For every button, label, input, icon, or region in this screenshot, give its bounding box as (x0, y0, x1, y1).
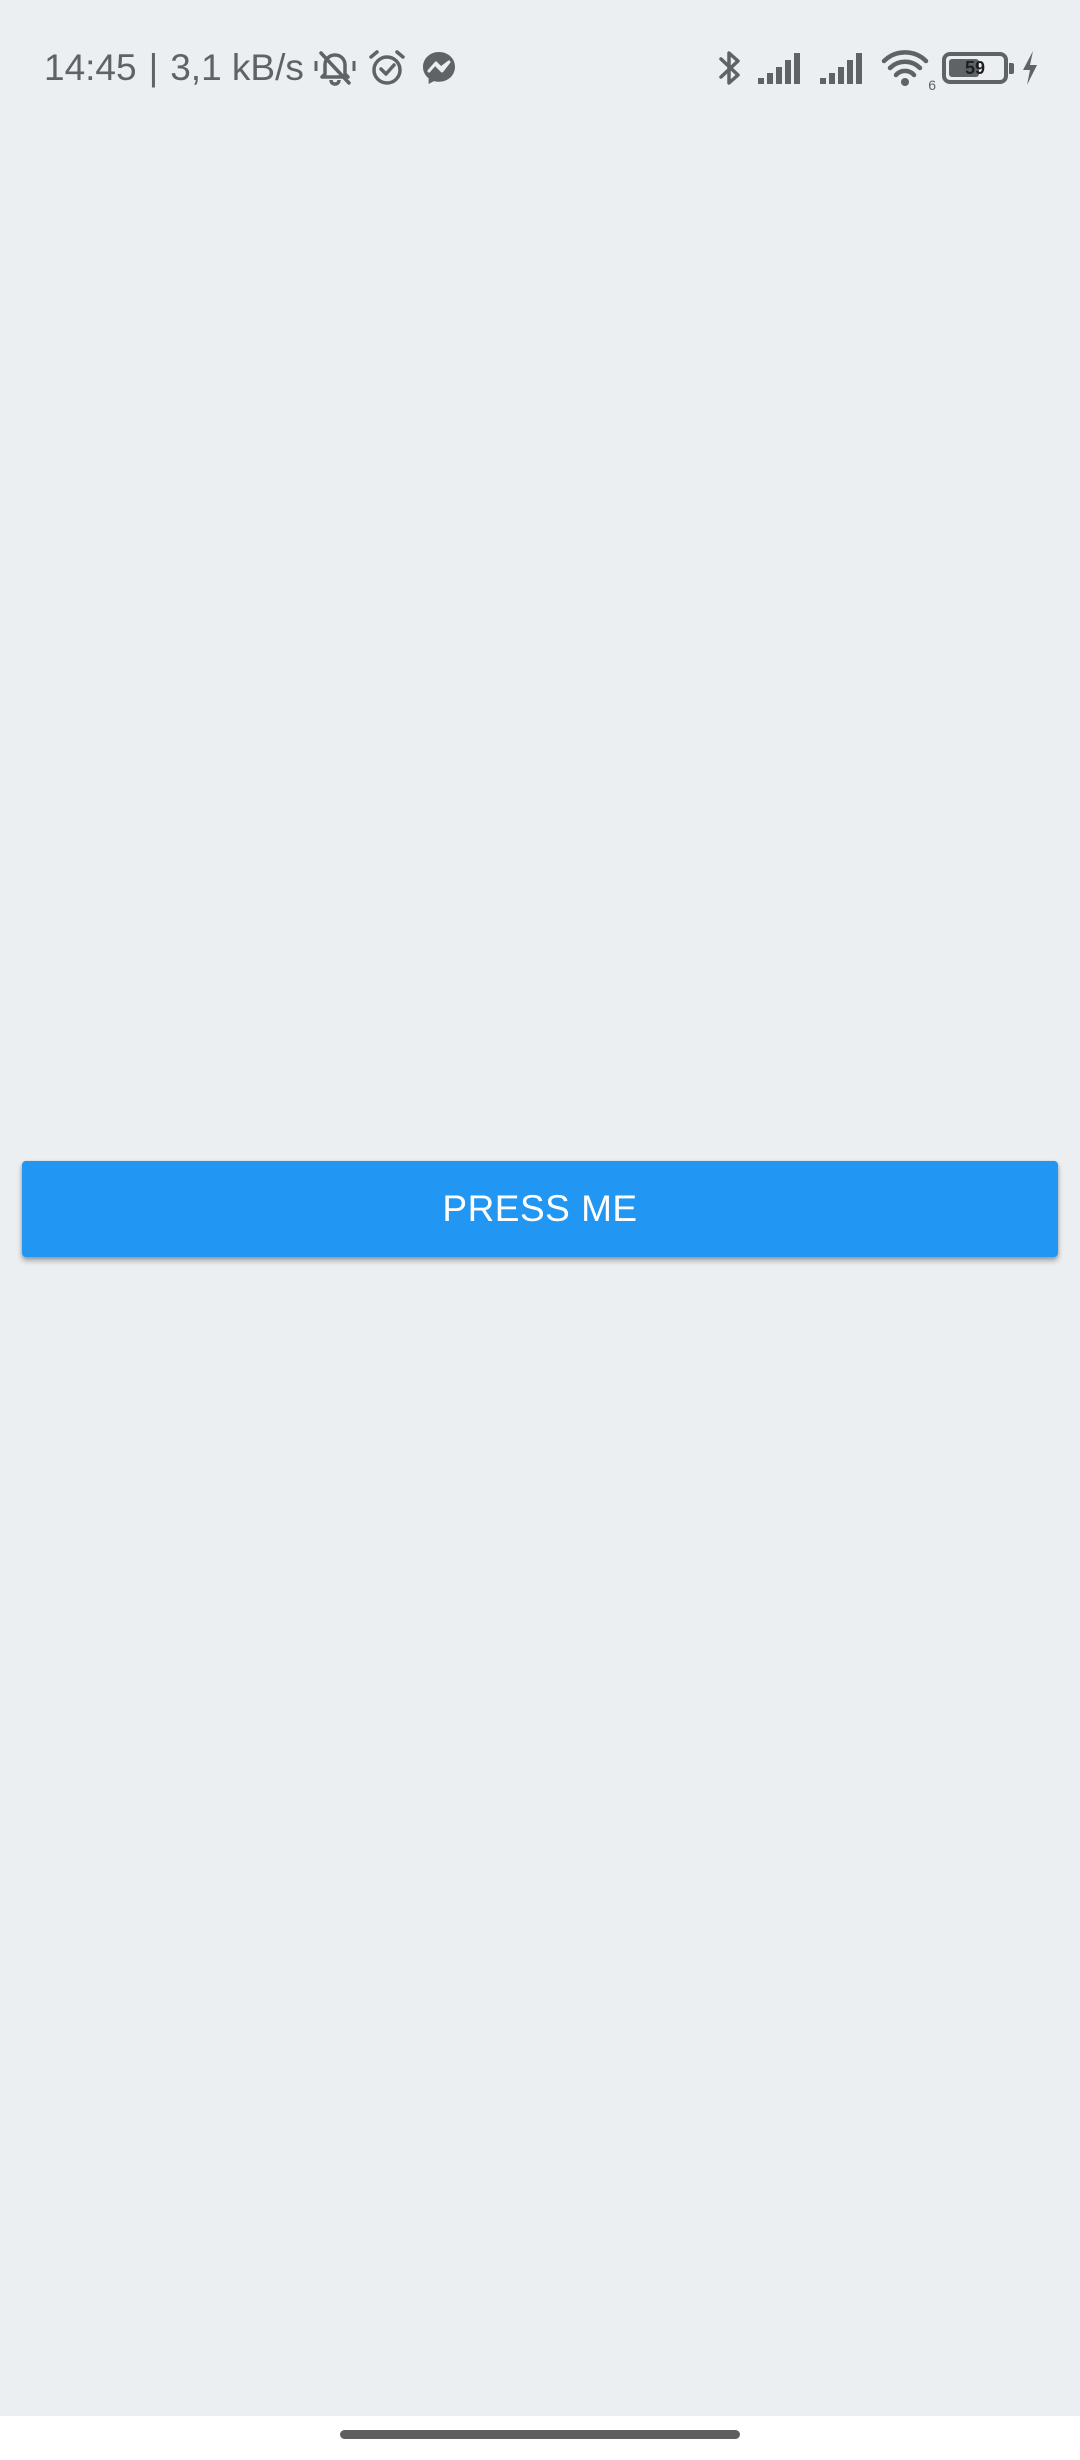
messenger-icon (418, 47, 460, 89)
status-left-group: 14:45 | 3,1 kB/s (44, 42, 460, 94)
battery-icon: 59 (942, 52, 1014, 84)
navigation-bar (0, 2416, 1080, 2460)
network-speed: 3,1 kB/s (170, 47, 304, 88)
status-time: 14:45 (44, 47, 137, 88)
bluetooth-icon (716, 47, 744, 89)
signal-icon (756, 50, 806, 86)
signal-icon (818, 50, 868, 86)
home-indicator[interactable] (340, 2430, 740, 2439)
press-me-button[interactable]: PRESS ME (22, 1161, 1058, 1257)
status-bar: 14:45 | 3,1 kB/s 6 59 (0, 0, 1080, 136)
wifi-badge: 6 (928, 77, 936, 93)
status-right-group: 6 59 (716, 44, 1040, 92)
status-separator: | (148, 47, 159, 88)
alarm-icon (366, 47, 408, 89)
wifi-icon: 6 (880, 48, 936, 92)
vibrate-off-icon (314, 47, 356, 89)
battery-level: 59 (964, 58, 986, 78)
charging-icon (1020, 48, 1040, 88)
